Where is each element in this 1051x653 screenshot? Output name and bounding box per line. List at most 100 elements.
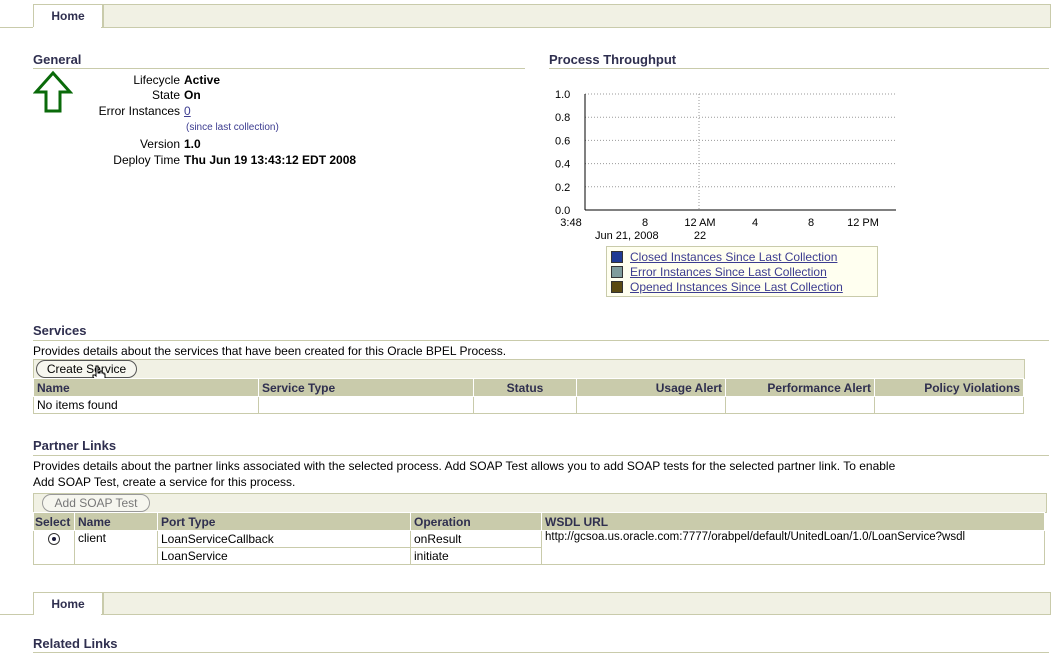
services-header-row: Name Service Type Status Usage Alert Per… bbox=[33, 378, 1024, 397]
empty-cell bbox=[874, 396, 1024, 414]
tabbar-line-right bbox=[101, 27, 1051, 28]
bottom-tabbar-line-left bbox=[0, 614, 33, 615]
services-table: Name Service Type Status Usage Alert Per… bbox=[33, 378, 1024, 414]
general-rule bbox=[33, 68, 525, 69]
error-instances-note: (since last collection) bbox=[186, 122, 279, 133]
col-select: Select bbox=[33, 512, 75, 531]
services-title: Services bbox=[33, 323, 87, 338]
x-sublabel: Jun 21, 2008 bbox=[595, 230, 659, 242]
create-service-button[interactable]: Create Service bbox=[36, 360, 137, 378]
tab-home-label: Home bbox=[51, 9, 85, 23]
x-tick-label: 12 AM bbox=[684, 217, 715, 229]
lifecycle-row: Lifecycle Active bbox=[60, 73, 220, 87]
port-type-2: LoanService bbox=[157, 547, 411, 565]
error-instances-label: Error Instances bbox=[98, 104, 180, 118]
bottom-tabbar-line-right bbox=[101, 614, 1051, 615]
x-tick-label: 4 bbox=[752, 217, 758, 229]
partner-links-rule bbox=[33, 455, 1049, 456]
row-select-radio[interactable] bbox=[48, 533, 60, 545]
throughput-rule bbox=[549, 68, 1049, 69]
related-links-title: Related Links bbox=[33, 636, 118, 651]
y-tick-label: 0.8 bbox=[555, 112, 570, 124]
empty-cell bbox=[576, 396, 726, 414]
y-tick-label: 0.6 bbox=[555, 135, 570, 147]
x-tick-label: 8 bbox=[808, 217, 814, 229]
state-value: On bbox=[184, 88, 201, 102]
state-label: State bbox=[151, 88, 180, 102]
empty-cell bbox=[725, 396, 875, 414]
deploy-time-value: Thu Jun 19 13:43:12 EDT 2008 bbox=[184, 153, 357, 167]
tab-home-bottom[interactable]: Home bbox=[33, 592, 103, 615]
add-soap-test-button[interactable]: Add SOAP Test bbox=[42, 494, 150, 512]
x-tick-label: 8 bbox=[642, 217, 648, 229]
version-label: Version bbox=[139, 137, 180, 151]
tabbar-line-left bbox=[0, 27, 33, 28]
legend-label-error[interactable]: Error Instances Since Last Collection bbox=[630, 265, 827, 279]
legend-swatch-closed bbox=[611, 250, 623, 263]
bottom-tabbar-filler bbox=[103, 592, 1051, 615]
y-tick-label: 0.2 bbox=[555, 182, 570, 194]
col-status[interactable]: Status bbox=[473, 378, 577, 397]
version-value: 1.0 bbox=[184, 137, 201, 151]
tab-home-top[interactable]: Home bbox=[33, 4, 103, 27]
services-description: Provides details about the services that… bbox=[33, 344, 507, 358]
x-sublabel: 22 bbox=[694, 230, 706, 242]
partner-links-title: Partner Links bbox=[33, 438, 117, 453]
partner-links-header-row: Select Name Port Type Operation WSDL URL bbox=[33, 512, 1045, 531]
y-tick-label: 0.4 bbox=[555, 159, 570, 171]
general-title: General bbox=[33, 52, 82, 67]
wsdl-url: http://gcsoa.us.oracle.com:7777/orabpel/… bbox=[541, 530, 1045, 565]
throughput-chart: 1.0 0.8 0.6 0.4 0.2 0.03:48 8 12 AM 4 8 12 PM Jun 2… bbox=[555, 89, 896, 242]
create-service-label: Create Service bbox=[46, 362, 127, 376]
select-cell bbox=[33, 530, 75, 565]
legend-label-closed[interactable]: Closed Instances Since Last Collection bbox=[630, 250, 837, 264]
col-performance-alert[interactable]: Performance Alert bbox=[725, 378, 875, 397]
legend-item-opened[interactable]: Opened Instances Since Last Collection bbox=[611, 279, 873, 294]
throughput-title: Process Throughput bbox=[549, 52, 677, 67]
partner-links-description-1: Provides details about the partner links… bbox=[33, 459, 896, 473]
col-operation[interactable]: Operation bbox=[410, 512, 542, 531]
chart-legend: Closed Instances Since Last Collection E… bbox=[606, 246, 878, 297]
operation-2: initiate bbox=[410, 547, 542, 565]
legend-label-opened[interactable]: Opened Instances Since Last Collection bbox=[630, 280, 843, 294]
table-row: No items found bbox=[33, 396, 1024, 414]
tabbar-filler bbox=[103, 4, 1051, 27]
error-instances-row: Error Instances 0 bbox=[60, 104, 191, 118]
col-name[interactable]: Name bbox=[74, 512, 158, 531]
empty-cell bbox=[258, 396, 474, 414]
legend-swatch-error bbox=[611, 265, 623, 278]
deploy-time-row: Deploy Time Thu Jun 19 13:43:12 EDT 2008 bbox=[60, 153, 356, 167]
y-tick-label: 0.0 bbox=[555, 205, 570, 217]
empty-cell: No items found bbox=[33, 396, 259, 414]
legend-item-closed[interactable]: Closed Instances Since Last Collection bbox=[611, 249, 873, 264]
tab-home-bottom-label: Home bbox=[51, 597, 85, 611]
col-wsdl-url[interactable]: WSDL URL bbox=[541, 512, 1045, 531]
empty-cell bbox=[473, 396, 577, 414]
x-tick-label: 3:48 bbox=[560, 217, 581, 229]
partner-links-description-2: Add SOAP Test, create a service for this… bbox=[33, 475, 296, 489]
state-row: State On bbox=[60, 88, 201, 102]
col-policy-violations[interactable]: Policy Violations bbox=[874, 378, 1024, 397]
operation-1: onResult bbox=[410, 530, 542, 548]
partner-links-table: Select Name Port Type Operation WSDL URL… bbox=[33, 512, 1045, 565]
x-tick-label: 12 PM bbox=[847, 217, 879, 229]
legend-item-error[interactable]: Error Instances Since Last Collection bbox=[611, 264, 873, 279]
port-type-1: LoanServiceCallback bbox=[157, 530, 411, 548]
services-toolbar bbox=[33, 359, 1025, 379]
table-row: client LoanServiceCallback onResult http… bbox=[33, 530, 1045, 565]
deploy-time-label: Deploy Time bbox=[113, 153, 180, 167]
error-instances-link[interactable]: 0 bbox=[184, 104, 191, 118]
y-tick-label: 1.0 bbox=[555, 89, 570, 101]
partner-links-toolbar bbox=[33, 493, 1047, 513]
col-usage-alert[interactable]: Usage Alert bbox=[576, 378, 726, 397]
col-name[interactable]: Name bbox=[33, 378, 259, 397]
col-service-type[interactable]: Service Type bbox=[258, 378, 474, 397]
partner-name: client bbox=[74, 530, 158, 565]
services-rule bbox=[33, 340, 1049, 341]
version-row: Version 1.0 bbox=[60, 137, 201, 151]
add-soap-test-label: Add SOAP Test bbox=[54, 496, 138, 510]
lifecycle-label: Lifecycle bbox=[133, 73, 180, 87]
col-port-type[interactable]: Port Type bbox=[157, 512, 411, 531]
lifecycle-value: Active bbox=[184, 73, 221, 87]
legend-swatch-opened bbox=[611, 280, 623, 293]
